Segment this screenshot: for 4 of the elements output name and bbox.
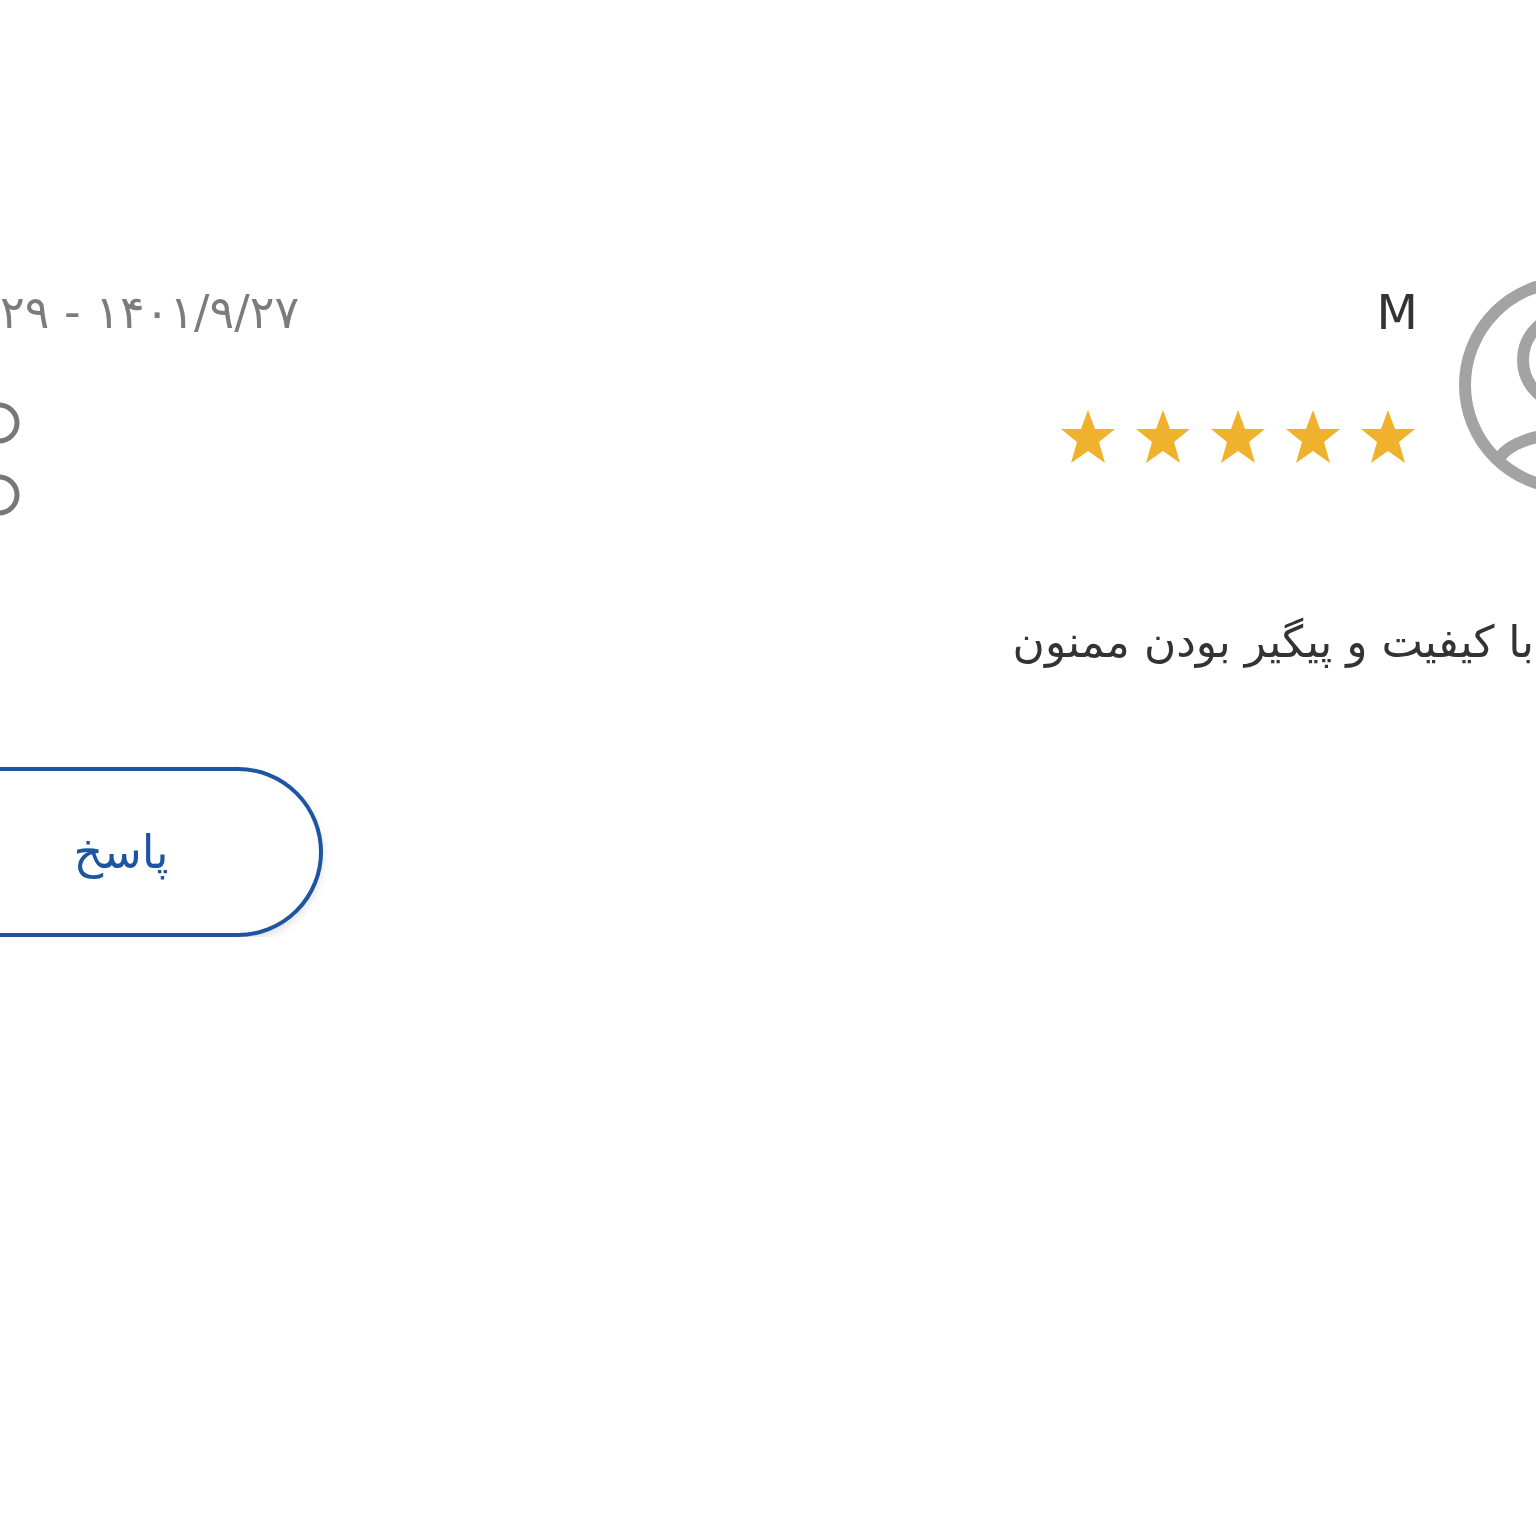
review-text: با کیفیت و پیگیر بودن ممنون <box>1011 616 1534 667</box>
reply-button[interactable]: پاسخ <box>0 767 323 937</box>
review-date: ۲۹ - ۱۴۰۱/۹/۲۷ <box>0 284 300 341</box>
author-name: M <box>1376 283 1418 342</box>
